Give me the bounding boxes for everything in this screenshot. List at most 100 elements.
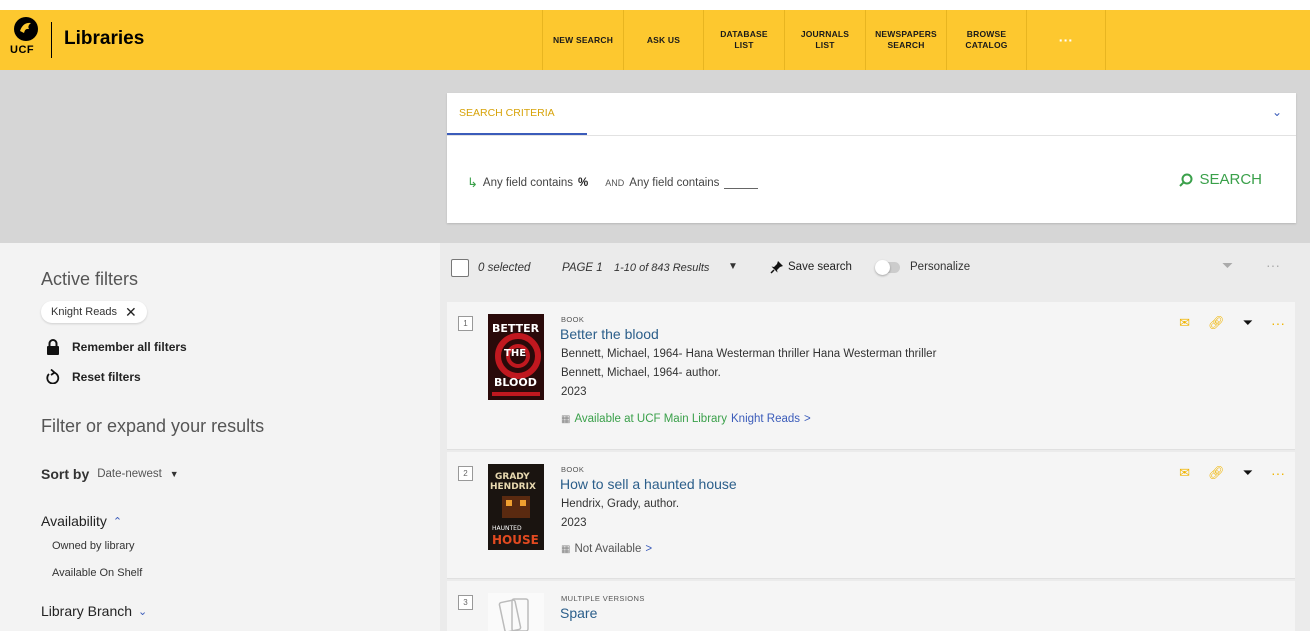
query-field-1: Any field contains <box>482 177 574 189</box>
pin-icon[interactable]: ⏷ <box>1222 257 1233 274</box>
availability-option-on-shelf[interactable]: Available On Shelf <box>52 567 142 579</box>
multiple-versions-icon[interactable] <box>488 593 544 631</box>
availability-link[interactable]: ▦ Available at UCF Main Library Knight R… <box>561 413 811 425</box>
sort-by-label: Sort by <box>41 466 90 482</box>
nav-ask-us[interactable]: ASK US <box>623 10 703 70</box>
email-icon[interactable]: ✉ <box>1179 465 1190 481</box>
query-value-2-blank <box>724 177 759 189</box>
active-filters-heading: Active filters <box>41 269 139 289</box>
book-cover-image[interactable]: GRADY HENDRIX HAUNTED HOUSE <box>488 464 544 550</box>
search-icon <box>1179 173 1193 187</box>
chevron-right-icon: > <box>804 413 811 425</box>
more-options-icon[interactable]: ··· <box>1266 257 1280 273</box>
link-icon[interactable]: 🔗︎ <box>1208 465 1225 481</box>
record-actions: ✉ 🔗︎ ⏷ ··· <box>1179 315 1285 331</box>
book-shelf-icon: ▦ <box>561 543 571 555</box>
chevron-down-icon[interactable]: ⌄ <box>1272 105 1282 119</box>
record-title-link[interactable]: Better the blood <box>560 326 659 342</box>
personalize-label: Personalize <box>910 261 971 273</box>
record-author: Bennett, Michael, 1964- author. <box>561 367 721 379</box>
save-search-button[interactable]: Save search <box>770 260 852 274</box>
nav-browse-catalog[interactable]: BROWSE CATALOG <box>946 10 1026 70</box>
chevron-right-icon: > <box>645 543 653 555</box>
pin-icon <box>770 261 783 274</box>
top-header: UCF Libraries NEW SEARCH ASK US DATABASE… <box>0 10 1310 70</box>
record-type: BOOK <box>561 315 585 324</box>
search-button-label: SEARCH <box>1199 171 1262 188</box>
result-record[interactable]: 2 GRADY HENDRIX HAUNTED HOUSE BOOK How t… <box>447 452 1295 579</box>
reset-filters-label: Reset filters <box>72 369 141 384</box>
record-number: 3 <box>458 595 473 610</box>
nav-journals-list[interactable]: JOURNALS LIST <box>784 10 865 70</box>
ucf-logo[interactable]: UCF <box>8 14 44 66</box>
result-record[interactable]: 3 MULTIPLE VERSIONS Spare <box>447 581 1295 631</box>
sort-by-control[interactable]: Sort by Date-newest ▼ <box>41 466 179 482</box>
record-author: Hendrix, Grady, author. <box>561 498 680 510</box>
availability-status: Not Available <box>574 543 642 555</box>
availability-link[interactable]: ▦ Not Available > <box>561 543 652 555</box>
reset-icon <box>46 369 60 384</box>
brand-title[interactable]: Libraries <box>64 28 144 50</box>
remember-filters-button[interactable]: Remember all filters <box>46 339 187 355</box>
email-icon[interactable]: ✉ <box>1179 315 1190 331</box>
record-type: MULTIPLE VERSIONS <box>561 594 645 603</box>
svg-text:THE: THE <box>504 348 526 359</box>
nav-database-list[interactable]: DATABASE LIST <box>703 10 784 70</box>
filter-chip: Knight Reads ✕ <box>41 301 147 323</box>
logo-divider <box>51 22 52 58</box>
pin-icon[interactable]: ⏷ <box>1243 465 1253 481</box>
search-button[interactable]: SEARCH <box>1179 171 1262 188</box>
library-branch-facet-toggle[interactable]: Library Branch ⌄ <box>41 603 147 619</box>
caret-down-icon: ▼ <box>169 469 179 479</box>
search-band: SEARCH CRITERIA ⌄ ↳ Any field contains %… <box>0 70 1310 243</box>
result-record[interactable]: 1 BETTER THE BLOOD BOOK Better the blood… <box>447 302 1295 450</box>
reset-filters-button[interactable]: Reset filters <box>46 369 141 384</box>
query-operator: AND <box>605 178 625 188</box>
filter-expand-heading: Filter or expand your results <box>41 416 265 436</box>
pin-icon[interactable]: ⏷ <box>1243 315 1253 331</box>
results-range: 1-10 of 843 Results <box>614 262 710 274</box>
selected-count: 0 selected <box>478 262 531 274</box>
divider <box>447 135 1296 136</box>
svg-text:HOUSE: HOUSE <box>492 533 539 547</box>
availability-label: Availability <box>41 513 107 529</box>
caret-down-icon[interactable]: ▼ <box>728 261 738 272</box>
record-title-link[interactable]: How to sell a haunted house <box>560 476 737 492</box>
main-nav: NEW SEARCH ASK US DATABASE LIST JOURNALS… <box>542 10 1106 70</box>
page-indicator: PAGE 1 <box>562 262 603 274</box>
book-cover-image[interactable]: BETTER THE BLOOD <box>488 314 544 400</box>
nav-newspapers-search[interactable]: NEWSPAPERS SEARCH <box>865 10 946 70</box>
personalize-toggle[interactable]: Personalize <box>875 259 971 275</box>
pegasus-icon <box>14 17 38 41</box>
results-area: 0 selected PAGE 1 1-10 of 843 Results ▼ … <box>440 243 1310 631</box>
logo-text: UCF <box>10 44 35 56</box>
record-title-link[interactable]: Spare <box>560 605 597 621</box>
availability-location: Knight Reads <box>731 413 801 425</box>
select-all-checkbox[interactable] <box>451 259 469 277</box>
svg-text:HAUNTED: HAUNTED <box>492 525 522 532</box>
tab-search-criteria[interactable]: SEARCH CRITERIA <box>459 107 555 119</box>
record-year: 2023 <box>561 517 587 529</box>
record-type: BOOK <box>561 465 585 474</box>
close-icon[interactable]: ✕ <box>125 304 137 321</box>
nav-new-search[interactable]: NEW SEARCH <box>542 10 623 70</box>
link-icon[interactable]: 🔗︎ <box>1208 315 1225 331</box>
library-branch-label: Library Branch <box>41 603 133 619</box>
chevron-up-icon: ⌃ <box>112 515 123 528</box>
lock-icon <box>47 339 59 355</box>
book-shelf-icon: ▦ <box>561 413 571 425</box>
filters-sidebar: Active filters Knight Reads ✕ Remember a… <box>0 243 440 631</box>
nav-more-button[interactable]: ··· <box>1026 10 1106 70</box>
availability-option-owned[interactable]: Owned by library <box>52 540 135 552</box>
query-value-1: % <box>578 177 589 189</box>
record-actions: ✉ 🔗︎ ⏷ ··· <box>1179 465 1285 481</box>
remember-filters-label: Remember all filters <box>72 340 187 354</box>
more-options-icon[interactable]: ··· <box>1271 315 1285 331</box>
availability-status: Available at UCF Main Library <box>574 413 727 425</box>
svg-text:BETTER: BETTER <box>492 322 540 335</box>
availability-facet-toggle[interactable]: Availability ⌃ <box>41 513 122 529</box>
query-summary[interactable]: ↳ Any field contains % AND Any field con… <box>467 175 759 191</box>
svg-text:BLOOD: BLOOD <box>494 376 537 389</box>
more-options-icon[interactable]: ··· <box>1271 465 1285 481</box>
toggle-switch[interactable] <box>875 259 900 275</box>
